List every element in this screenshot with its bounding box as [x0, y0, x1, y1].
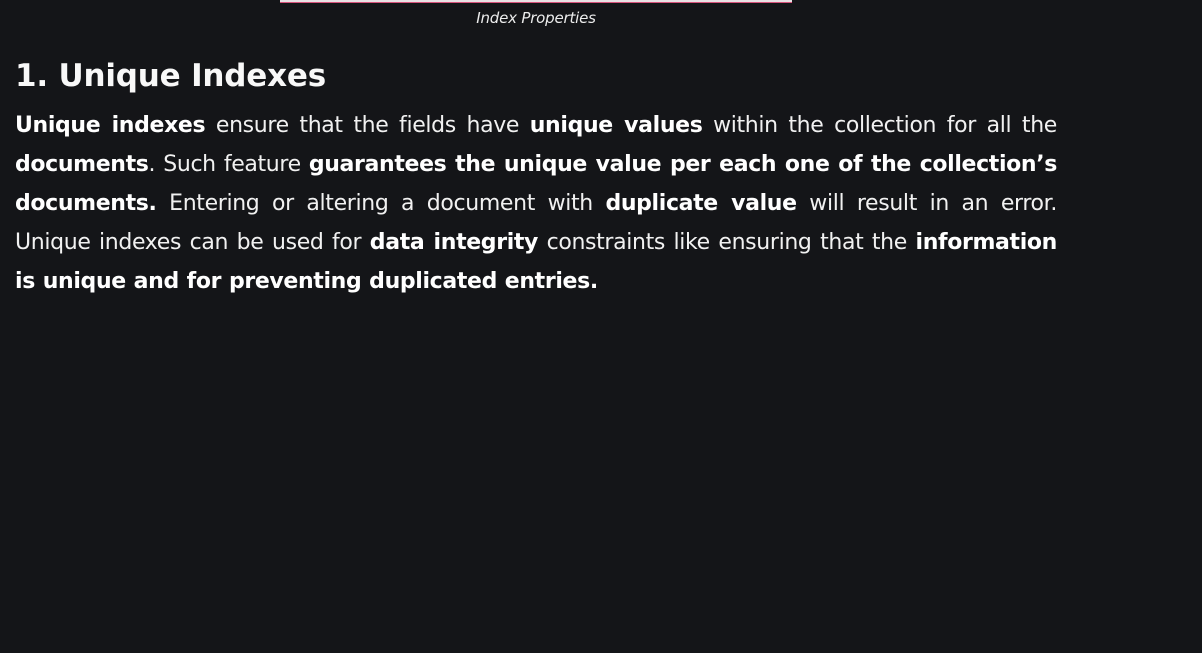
text-run: ensure that the fields have	[205, 113, 530, 138]
text-run: . Such feature	[148, 152, 309, 177]
section-title: 1. Unique Indexes	[15, 58, 326, 94]
section-paragraph: Unique indexes ensure that the fields ha…	[15, 106, 1057, 301]
text-run: Unique indexes	[15, 113, 206, 138]
document-page: Index Properties 1. Unique Indexes Uniqu…	[0, 0, 1202, 653]
text-run: duplicate value	[605, 191, 797, 216]
text-run: unique values	[529, 113, 703, 138]
text-run: documents	[15, 152, 149, 177]
text-run: within the collection for all the	[702, 113, 1057, 138]
text-run: data integrity	[369, 230, 539, 255]
figure-caption: Index Properties	[476, 9, 596, 27]
figure-bottom-border	[280, 0, 792, 3]
text-run: Entering or altering a document with	[156, 191, 606, 216]
text-run: constraints like ensuring that the	[538, 230, 916, 255]
